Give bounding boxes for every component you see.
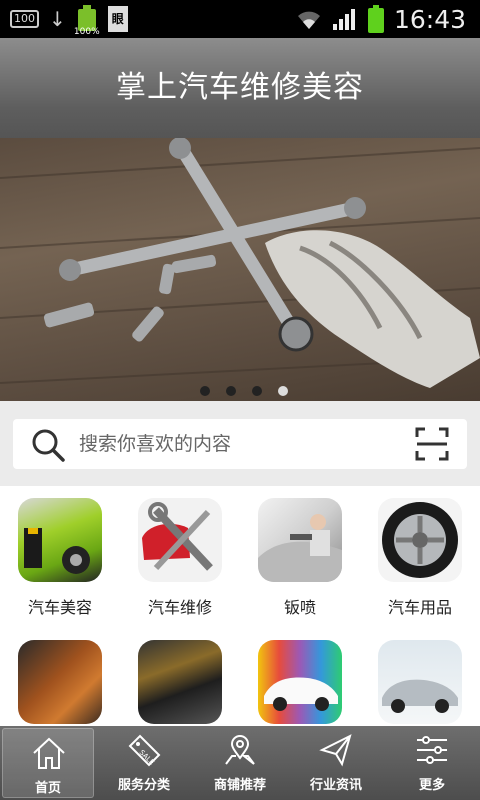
nav-shop-recommend[interactable]: 商铺推荐 xyxy=(192,726,288,800)
battery-notification-label: 100% xyxy=(73,27,100,37)
send-icon xyxy=(319,734,352,767)
wheel-photo xyxy=(378,498,462,582)
battery-icon xyxy=(367,5,384,33)
nav-service-categories[interactable]: SALE 服务分类 xyxy=(96,726,192,800)
banner-carousel[interactable] xyxy=(0,138,480,401)
car-interior-photo xyxy=(18,640,102,724)
nav-label: 行业资讯 xyxy=(309,778,362,793)
sliders-icon xyxy=(417,736,447,764)
category-label: 钣喷 xyxy=(283,598,316,617)
category-label: 汽车维修 xyxy=(147,598,212,617)
carousel-dot[interactable] xyxy=(252,386,262,396)
nav-industry-news[interactable]: 行业资讯 xyxy=(288,726,384,800)
nav-home[interactable]: 首页 xyxy=(2,728,94,798)
car-wash-photo xyxy=(378,640,462,724)
search-icon[interactable] xyxy=(31,428,65,462)
category-tile[interactable]: 汽车美容 xyxy=(0,486,120,626)
wifi-icon xyxy=(297,11,320,29)
scan-icon[interactable] xyxy=(415,427,449,461)
map-pin-icon xyxy=(225,735,255,765)
usb-icon: ↓ xyxy=(49,7,66,31)
nav-label: 更多 xyxy=(418,778,445,793)
app-header: 掌上汽车维修美容 xyxy=(0,38,480,138)
carousel-dot[interactable] xyxy=(200,386,210,396)
carousel-dot[interactable] xyxy=(226,386,236,396)
nav-label: 商铺推荐 xyxy=(213,778,266,793)
nav-more[interactable]: 更多 xyxy=(384,726,480,800)
category-label: 汽车美容 xyxy=(27,598,92,617)
category-tile[interactable] xyxy=(240,628,360,726)
page-title: 掌上汽车维修美容 xyxy=(116,70,364,105)
category-tile[interactable]: 汽车维修 xyxy=(120,486,240,626)
nav-label: 服务分类 xyxy=(117,778,170,793)
sale-tag-icon: SALE xyxy=(128,734,161,767)
car-repair-photo xyxy=(138,498,222,582)
car-beauty-photo xyxy=(18,498,102,582)
status-bar: 100 ↓ 100% 眼 16:43 xyxy=(0,0,480,38)
notification-badge: 100 xyxy=(10,10,39,28)
search-bar[interactable]: 搜索你喜欢的内容 xyxy=(13,419,467,469)
home-icon xyxy=(33,737,65,769)
carousel-dot-active[interactable] xyxy=(278,386,288,396)
clock: 16:43 xyxy=(393,4,466,34)
banner-image xyxy=(0,138,480,388)
battery-notification-icon: 100% xyxy=(74,5,100,37)
bottom-nav: 首页 SALE 服务分类 商铺推荐 行业资讯 更多 xyxy=(0,726,480,800)
category-tile[interactable] xyxy=(360,628,480,726)
category-label: 汽车用品 xyxy=(387,598,452,617)
sports-car-photo xyxy=(258,640,342,724)
spray-paint-photo xyxy=(258,498,342,582)
search-input[interactable]: 搜索你喜欢的内容 xyxy=(79,419,231,469)
search-section: 搜索你喜欢的内容 xyxy=(0,401,480,486)
category-grid: 汽车美容 汽车维修 钣喷 汽车用品 xyxy=(0,486,480,726)
category-tile[interactable] xyxy=(120,628,240,726)
carousel-indicator xyxy=(200,386,288,396)
document-notification-icon: 眼 xyxy=(107,6,128,32)
engine-repair-photo xyxy=(138,640,222,724)
signal-icon xyxy=(332,9,355,30)
nav-label: 首页 xyxy=(34,781,61,796)
category-tile[interactable]: 钣喷 xyxy=(240,486,360,626)
category-tile[interactable]: 汽车用品 xyxy=(360,486,480,626)
category-tile[interactable] xyxy=(0,628,120,726)
